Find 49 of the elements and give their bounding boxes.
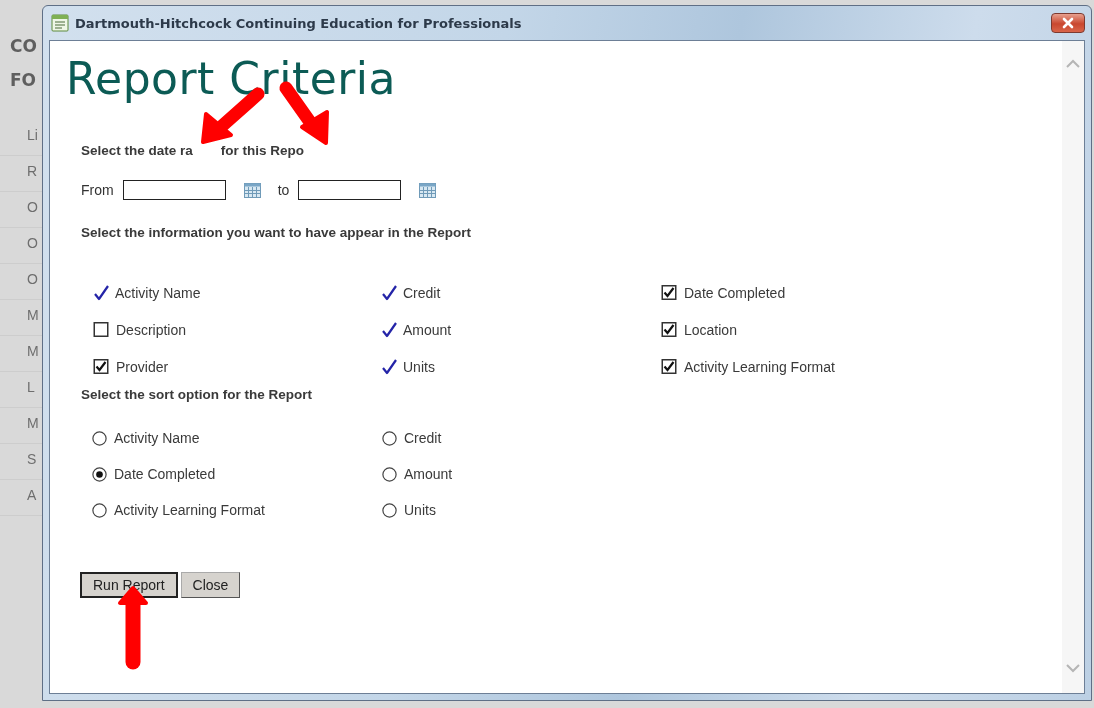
- checkbox[interactable]: [661, 359, 677, 374]
- option-label: Description: [116, 321, 187, 338]
- option-label: Date Completed: [114, 466, 216, 482]
- option-label: Location: [684, 321, 737, 338]
- option-label: Credit: [404, 430, 442, 446]
- calendar-icon[interactable]: [419, 182, 437, 198]
- checkmark-icon[interactable]: [93, 284, 109, 301]
- option-label: Date Completed: [684, 284, 786, 301]
- radio-button[interactable]: [92, 466, 107, 482]
- document-icon: [51, 14, 69, 32]
- from-date-field[interactable]: [122, 180, 226, 200]
- option-label: Credit: [403, 284, 441, 301]
- option-label: Amount: [403, 321, 452, 338]
- option-label: Units: [404, 502, 436, 518]
- radio-button[interactable]: [382, 430, 397, 446]
- checkmark-icon[interactable]: [381, 358, 397, 375]
- action-button[interactable]: Run Report: [80, 572, 178, 598]
- close-button[interactable]: [1051, 13, 1085, 33]
- checkbox[interactable]: [93, 359, 109, 374]
- radio-button[interactable]: [382, 502, 397, 518]
- section-heading: Select the information you want to have appear in the Report: [81, 225, 473, 240]
- section-heading: for this Repo: [220, 143, 305, 158]
- checkbox[interactable]: [661, 285, 677, 300]
- radio-button[interactable]: [92, 430, 107, 446]
- to-label: to: [277, 182, 290, 198]
- option-label: Amount: [404, 466, 453, 482]
- radio-button[interactable]: [382, 466, 397, 482]
- radio-button[interactable]: [92, 502, 107, 518]
- window-title: Dartmouth-Hitchcock Continuing Education for Professionals: [75, 15, 522, 31]
- section-heading: Select the sort option for the Report: [81, 387, 313, 402]
- option-label: Activity Learning Format: [114, 502, 265, 518]
- option-label: Units: [403, 358, 435, 375]
- checkmark-icon[interactable]: [381, 321, 397, 338]
- checkbox[interactable]: [661, 322, 677, 337]
- page-heading: FO: [10, 69, 37, 92]
- page-title: Report Criteria: [66, 53, 397, 105]
- close-icon: [1061, 17, 1075, 29]
- checkmark-icon[interactable]: [381, 284, 397, 301]
- to-date-field[interactable]: [298, 180, 402, 200]
- option-label: Activity Name: [115, 284, 201, 301]
- option-label: Activity Learning Format: [684, 358, 835, 375]
- from-label: From: [81, 182, 114, 198]
- option-label: Provider: [116, 358, 169, 375]
- section-heading: Select the date ra: [81, 143, 193, 158]
- option-label: Activity Name: [114, 430, 200, 446]
- action-button[interactable]: Close: [180, 572, 241, 598]
- checkbox[interactable]: [93, 322, 109, 337]
- page-heading: CO: [10, 35, 37, 58]
- calendar-icon[interactable]: [243, 182, 261, 198]
